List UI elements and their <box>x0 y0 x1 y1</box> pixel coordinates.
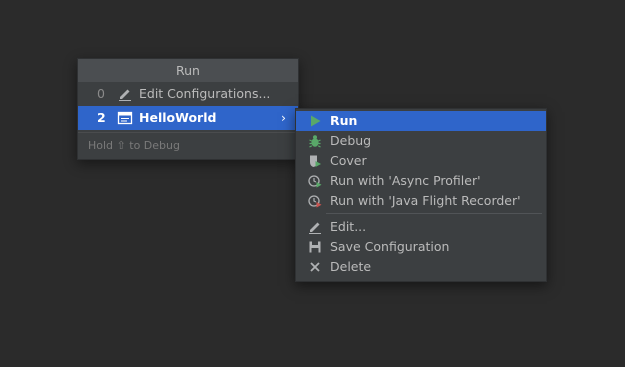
debug-icon <box>308 134 322 148</box>
popup-item-label: Edit Configurations... <box>139 86 271 101</box>
submenu-item-label: Run <box>330 113 358 128</box>
run-popup: Run 0 Edit Configurations... 2 HelloWorl… <box>77 58 299 160</box>
submenu-item-label: Edit... <box>330 219 367 234</box>
submenu-item-delete[interactable]: Delete <box>296 257 546 277</box>
run-icon <box>308 114 322 128</box>
pencil-icon <box>308 220 322 234</box>
submenu-item-label: Run with 'Async Profiler' <box>330 173 481 188</box>
flight-recorder-icon <box>308 194 322 208</box>
submenu-item-label: Cover <box>330 153 367 168</box>
submenu-item-label: Save Configuration <box>330 239 450 254</box>
submenu-item-label: Debug <box>330 133 372 148</box>
submenu-item-cover[interactable]: Cover <box>296 151 546 171</box>
delete-icon <box>308 260 322 274</box>
submenu-item-save-configuration[interactable]: Save Configuration <box>296 237 546 257</box>
profiler-icon <box>308 174 322 188</box>
popup-item-edit-configurations[interactable]: 0 Edit Configurations... <box>78 82 298 106</box>
submenu-item-label: Delete <box>330 259 372 274</box>
coverage-icon <box>308 154 322 168</box>
popup-item-label: HelloWorld <box>139 110 217 125</box>
chevron-right-icon: › <box>281 110 286 125</box>
mnemonic-number: 0 <box>97 86 105 101</box>
submenu-item-edit[interactable]: Edit... <box>296 217 546 237</box>
popup-title: Run <box>78 59 298 82</box>
submenu-item-run[interactable]: Run <box>296 111 546 131</box>
save-icon <box>308 240 322 254</box>
mnemonic-number: 2 <box>97 110 106 125</box>
menu-separator <box>326 213 542 214</box>
application-icon <box>117 111 133 125</box>
helloworld-submenu: Run Debug Cover Run with 'Async Profiler… <box>295 108 547 282</box>
popup-item-helloworld[interactable]: 2 HelloWorld › <box>78 106 298 130</box>
pencil-icon <box>117 87 133 101</box>
submenu-item-java-flight-recorder[interactable]: Run with 'Java Flight Recorder' <box>296 191 546 211</box>
submenu-item-async-profiler[interactable]: Run with 'Async Profiler' <box>296 171 546 191</box>
submenu-item-label: Run with 'Java Flight Recorder' <box>330 193 521 208</box>
submenu-item-debug[interactable]: Debug <box>296 131 546 151</box>
hint-text: Hold ⇧ to Debug <box>78 132 298 159</box>
